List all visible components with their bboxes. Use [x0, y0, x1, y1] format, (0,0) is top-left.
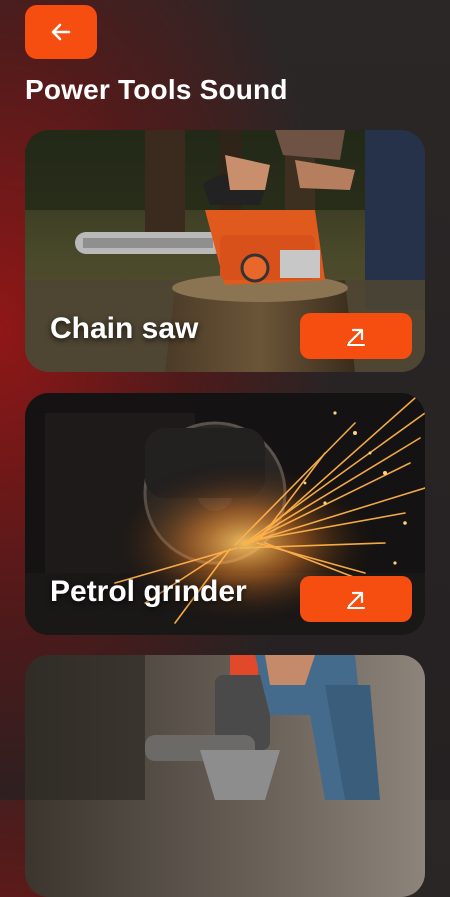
open-button[interactable] — [300, 576, 412, 622]
open-button[interactable] — [300, 313, 412, 359]
back-button[interactable] — [25, 5, 97, 59]
page-title: Power Tools Sound — [25, 74, 288, 105]
card-chain-saw[interactable]: Chain saw — [25, 130, 425, 372]
arrow-up-right-icon — [347, 328, 365, 346]
arrow-left-icon — [51, 23, 71, 41]
arrow-up-right-icon — [347, 591, 365, 609]
card-petrol-grinder[interactable]: Petrol grinder — [25, 393, 425, 635]
card-title: Chain saw — [50, 312, 199, 345]
jackhammer-photo — [25, 655, 425, 897]
card-jackhammer[interactable] — [25, 655, 425, 897]
card-title: Petrol grinder — [50, 575, 247, 608]
